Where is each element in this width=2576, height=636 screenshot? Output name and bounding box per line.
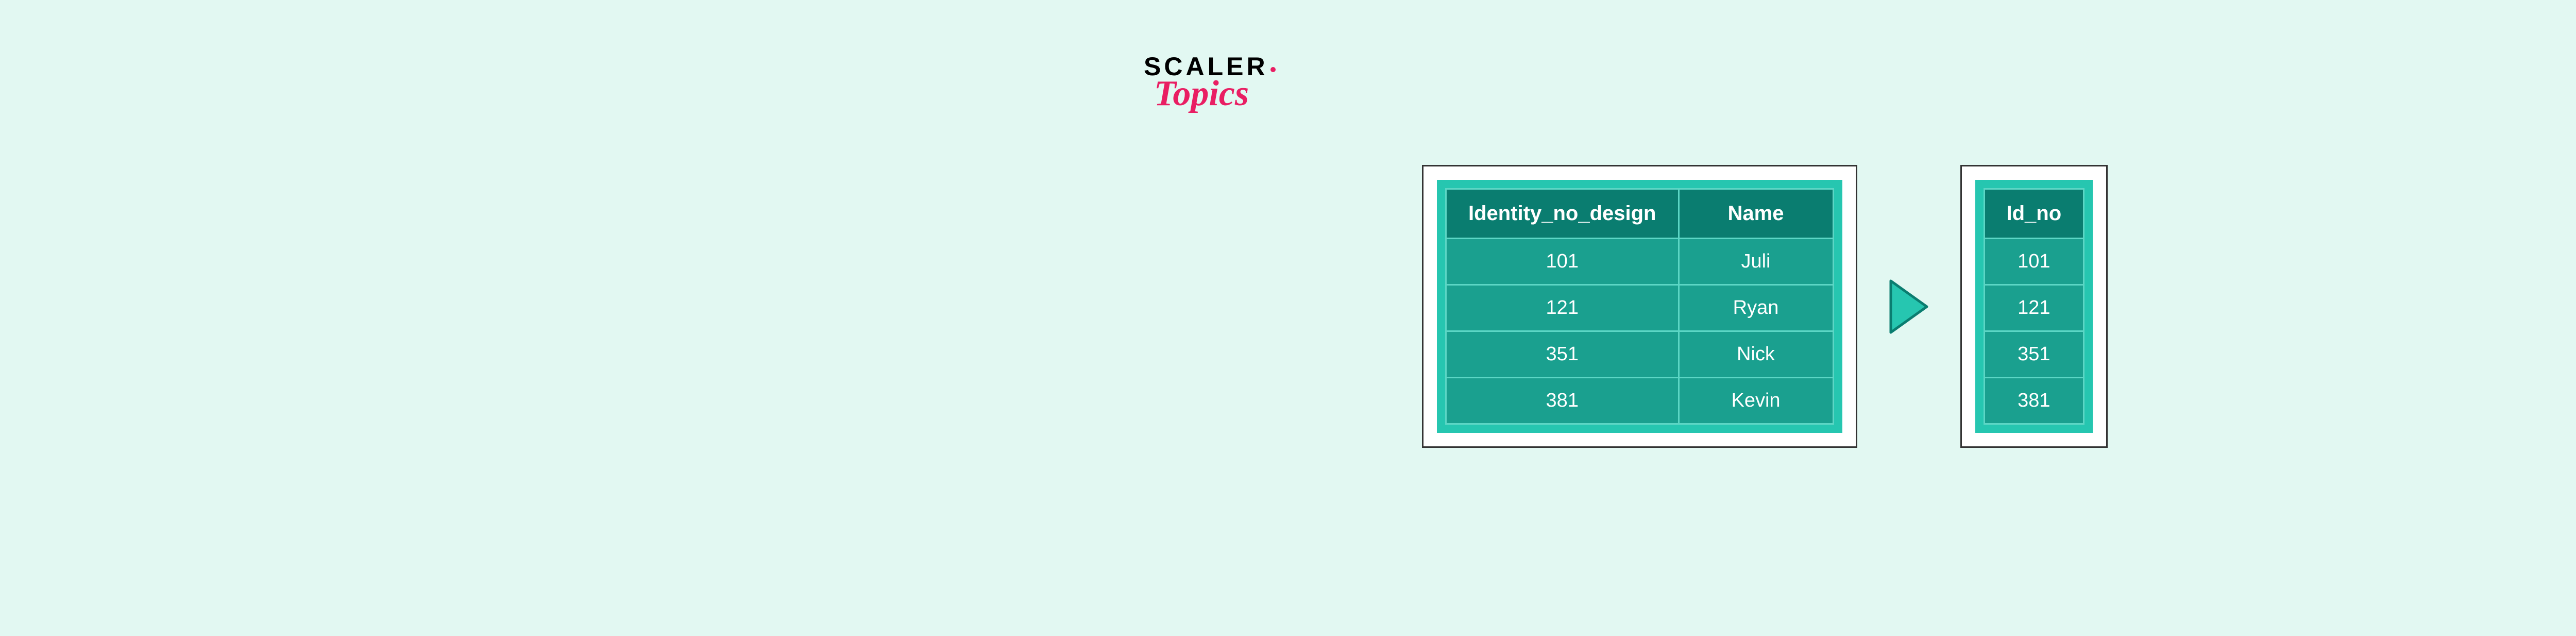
cell-idno: 351 — [1984, 331, 2084, 378]
cell-identity: 101 — [1446, 239, 1679, 285]
result-table: Id_no 101 121 351 381 — [1984, 188, 2085, 425]
table-row: 121 — [1984, 285, 2084, 331]
source-header-identity: Identity_no_design — [1446, 189, 1679, 239]
cell-identity: 351 — [1446, 331, 1679, 378]
table-row: 101 Juli — [1446, 239, 1834, 285]
table-row: 351 Nick — [1446, 331, 1834, 378]
cell-idno: 381 — [1984, 378, 2084, 424]
source-table-inner: Identity_no_design Name 101 Juli 121 Rya… — [1437, 180, 1842, 433]
table-row: 381 Kevin — [1446, 378, 1834, 424]
table-row: 121 Ryan — [1446, 285, 1834, 331]
result-table-inner: Id_no 101 121 351 381 — [1975, 180, 2093, 433]
table-row: 351 — [1984, 331, 2084, 378]
cell-identity: 381 — [1446, 378, 1679, 424]
diagram-container: Identity_no_design Name 101 Juli 121 Rya… — [1422, 165, 2108, 448]
cell-identity: 121 — [1446, 285, 1679, 331]
cell-name: Nick — [1679, 331, 1833, 378]
cell-name: Ryan — [1679, 285, 1833, 331]
arrow-icon — [1883, 276, 1935, 338]
cell-idno: 121 — [1984, 285, 2084, 331]
source-table-frame: Identity_no_design Name 101 Juli 121 Rya… — [1422, 165, 1857, 448]
cell-idno: 101 — [1984, 239, 2084, 285]
logo-dot-icon — [1270, 67, 1276, 72]
table-row: 381 — [1984, 378, 2084, 424]
result-table-frame: Id_no 101 121 351 381 — [1960, 165, 2108, 448]
table-row: 101 — [1984, 239, 2084, 285]
source-header-name: Name — [1679, 189, 1833, 239]
source-table: Identity_no_design Name 101 Juli 121 Rya… — [1445, 188, 1834, 425]
scaler-topics-logo: SCALER Topics — [1144, 52, 1276, 114]
cell-name: Kevin — [1679, 378, 1833, 424]
result-header-idno: Id_no — [1984, 189, 2084, 239]
cell-name: Juli — [1679, 239, 1833, 285]
